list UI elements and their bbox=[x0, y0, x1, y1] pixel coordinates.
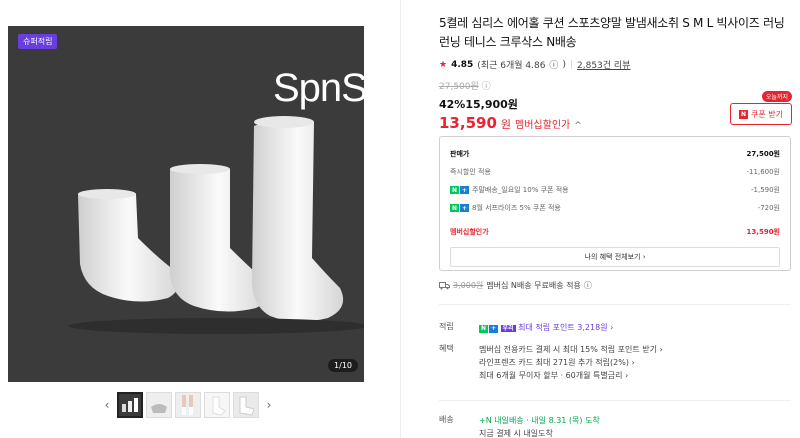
breakdown-row: 판매가 27,500원 bbox=[450, 145, 780, 163]
rating-detail-close: ) bbox=[562, 59, 566, 70]
reviews-link[interactable]: 2,853건 리뷰 bbox=[577, 58, 630, 71]
tall-sock bbox=[252, 116, 344, 322]
section-divider bbox=[439, 304, 791, 305]
max-points-link[interactable]: 최대 적립 포인트 3,218원 › bbox=[518, 323, 613, 332]
thumbnail-strip: ‹ › bbox=[100, 392, 276, 418]
info-icon[interactable]: ⓘ bbox=[549, 58, 558, 71]
benefits-body: 멤버십 전용카드 결제 시 최대 15% 적립 포인트 받기 › 라인프렌즈 카… bbox=[479, 343, 779, 382]
thumb-legs-icon bbox=[182, 395, 193, 415]
tomorrow-delivery-badge: +N 내일배송 bbox=[479, 416, 524, 425]
thumb-next-button[interactable]: › bbox=[262, 398, 276, 412]
thumb-sock-icon bbox=[151, 404, 167, 413]
thumbnail-1[interactable] bbox=[117, 392, 143, 418]
breakdown-label-wrap: N + 주말배송_일요일 10% 쿠폰 적용 bbox=[450, 185, 569, 195]
breakdown-value: -720원 bbox=[757, 204, 780, 212]
breakdown-value: 27,500원 bbox=[746, 150, 780, 158]
breakdown-label: 판매가 bbox=[450, 150, 470, 158]
original-price-row: 27,500원 ⓘ bbox=[439, 79, 794, 92]
price-breakdown: 판매가 27,500원 즉시할인 적용 -11,600원 N + 주말배송_일요일… bbox=[439, 136, 791, 271]
thumb-prev-button[interactable]: ‹ bbox=[100, 398, 114, 412]
brand-name: SpnS bbox=[273, 66, 364, 110]
breakdown-label: 주말배송_일요일 10% 쿠폰 적용 bbox=[472, 186, 569, 194]
delivery-body: +N 내일배송 · 내일 8.31 (목) 도착 지금 결제 시 내일도착 bbox=[479, 414, 779, 438]
uzu-badge-icon: 우리 bbox=[500, 325, 516, 332]
original-price: 27,500원 bbox=[439, 82, 479, 92]
info-icon[interactable]: ⓘ bbox=[584, 280, 592, 291]
points-label: 적립 bbox=[439, 322, 454, 331]
breakdown-row: N + 8월 서프라이즈 5% 쿠폰 적용 -720원 bbox=[450, 199, 780, 217]
truck-icon bbox=[439, 282, 450, 290]
image-counter: 1/10 bbox=[328, 359, 358, 372]
benefit-line[interactable]: 라인프렌즈 카드 최대 271원 추가 적립(2%) › bbox=[479, 356, 779, 369]
points-body: N + 우리 최대 적립 포인트 3,218원 › bbox=[479, 321, 779, 335]
info-icon[interactable]: ⓘ bbox=[482, 82, 491, 92]
breakdown-row: 즉시할인 적용 -11,600원 bbox=[450, 163, 780, 181]
shipping-fee-text: 멤버십 N배송 무료배송 적용 bbox=[486, 281, 581, 290]
shipping-fee-row: 3,000원 멤버십 N배송 무료배송 적용 ⓘ bbox=[439, 280, 592, 291]
thumb-foot-icon bbox=[234, 393, 258, 417]
thumb-white-sock-icon bbox=[205, 393, 229, 417]
thumb-socks-icon bbox=[122, 398, 138, 412]
breakdown-total: 멤버십할인가 13,590원 bbox=[450, 223, 780, 241]
nplus-icon: N + bbox=[450, 186, 469, 194]
nplus-icon: N + bbox=[450, 204, 469, 212]
old-shipping-fee: 3,000원 bbox=[453, 281, 484, 290]
nplus-icon: N + bbox=[479, 324, 498, 333]
thumbnail-2[interactable] bbox=[146, 392, 172, 418]
breakdown-label-wrap: N + 8월 서프라이즈 5% 쿠폰 적용 bbox=[450, 203, 561, 213]
rating-row: ★ 4.85 (최근 6개월 4.86 ⓘ) | 2,853건 리뷰 bbox=[439, 58, 794, 72]
total-label: 멤버십할인가 bbox=[450, 228, 489, 236]
coupon-label: 쿠폰 받기 bbox=[751, 109, 783, 119]
total-value: 13,590원 bbox=[746, 228, 780, 236]
star-icon: ★ bbox=[439, 59, 448, 70]
delivery-sub: 지금 결제 시 내일도착 bbox=[479, 429, 553, 438]
chevron-up-icon[interactable]: ^ bbox=[574, 121, 582, 131]
benefit-line[interactable]: 최대 6개월 무이자 할부 · 60개월 특별금리 › bbox=[479, 369, 779, 382]
super-points-badge: 슈퍼적립 bbox=[18, 34, 58, 49]
benefits-label: 혜택 bbox=[439, 344, 454, 353]
member-price-unit: 원 bbox=[500, 118, 512, 131]
short-sock bbox=[78, 189, 179, 302]
coupon-area: 오늘까지 N 쿠폰 받기 bbox=[730, 91, 792, 125]
column-divider bbox=[400, 0, 401, 438]
breakdown-value: -1,590원 bbox=[750, 186, 780, 194]
brand-logo: SpnS® bbox=[273, 66, 364, 111]
rating-detail: (최근 6개월 4.86 bbox=[477, 61, 546, 71]
breakdown-row: N + 주말배송_일요일 10% 쿠폰 적용 -1,590원 bbox=[450, 181, 780, 199]
thumbnail-5[interactable] bbox=[233, 392, 259, 418]
breakdown-value: -11,600원 bbox=[746, 168, 780, 176]
today-only-badge: 오늘까지 bbox=[761, 91, 792, 102]
product-main-image[interactable]: 슈퍼적립 SpnS® 1/10 bbox=[8, 26, 364, 382]
member-price: 13,590 bbox=[439, 114, 497, 132]
separator: | bbox=[569, 59, 573, 70]
product-title: 5켤레 심리스 에어홀 쿠션 스포츠양말 발냄새소취 S M L 빅사이즈 러닝… bbox=[439, 16, 785, 49]
member-price-label: 멤버십할인가 bbox=[515, 120, 571, 131]
thumbnail-4[interactable] bbox=[204, 392, 230, 418]
benefit-line[interactable]: 멤버십 전용카드 결제 시 최대 15% 적립 포인트 받기 › bbox=[479, 343, 779, 356]
breakdown-label: 즉시할인 적용 bbox=[450, 168, 491, 176]
rating-score: 4.85 bbox=[451, 59, 474, 70]
section-divider bbox=[439, 400, 791, 401]
naver-n-icon: N bbox=[739, 109, 748, 119]
breakdown-label: 8월 서프라이즈 5% 쿠폰 적용 bbox=[472, 204, 561, 212]
thumbnail-3[interactable] bbox=[175, 392, 201, 418]
coupon-button[interactable]: N 쿠폰 받기 bbox=[730, 103, 792, 125]
delivery-date: · 내일 8.31 (목) 도착 bbox=[526, 416, 600, 425]
delivery-label: 배송 bbox=[439, 415, 454, 424]
view-all-benefits-button[interactable]: 나의 혜택 전체보기 › bbox=[450, 247, 780, 267]
